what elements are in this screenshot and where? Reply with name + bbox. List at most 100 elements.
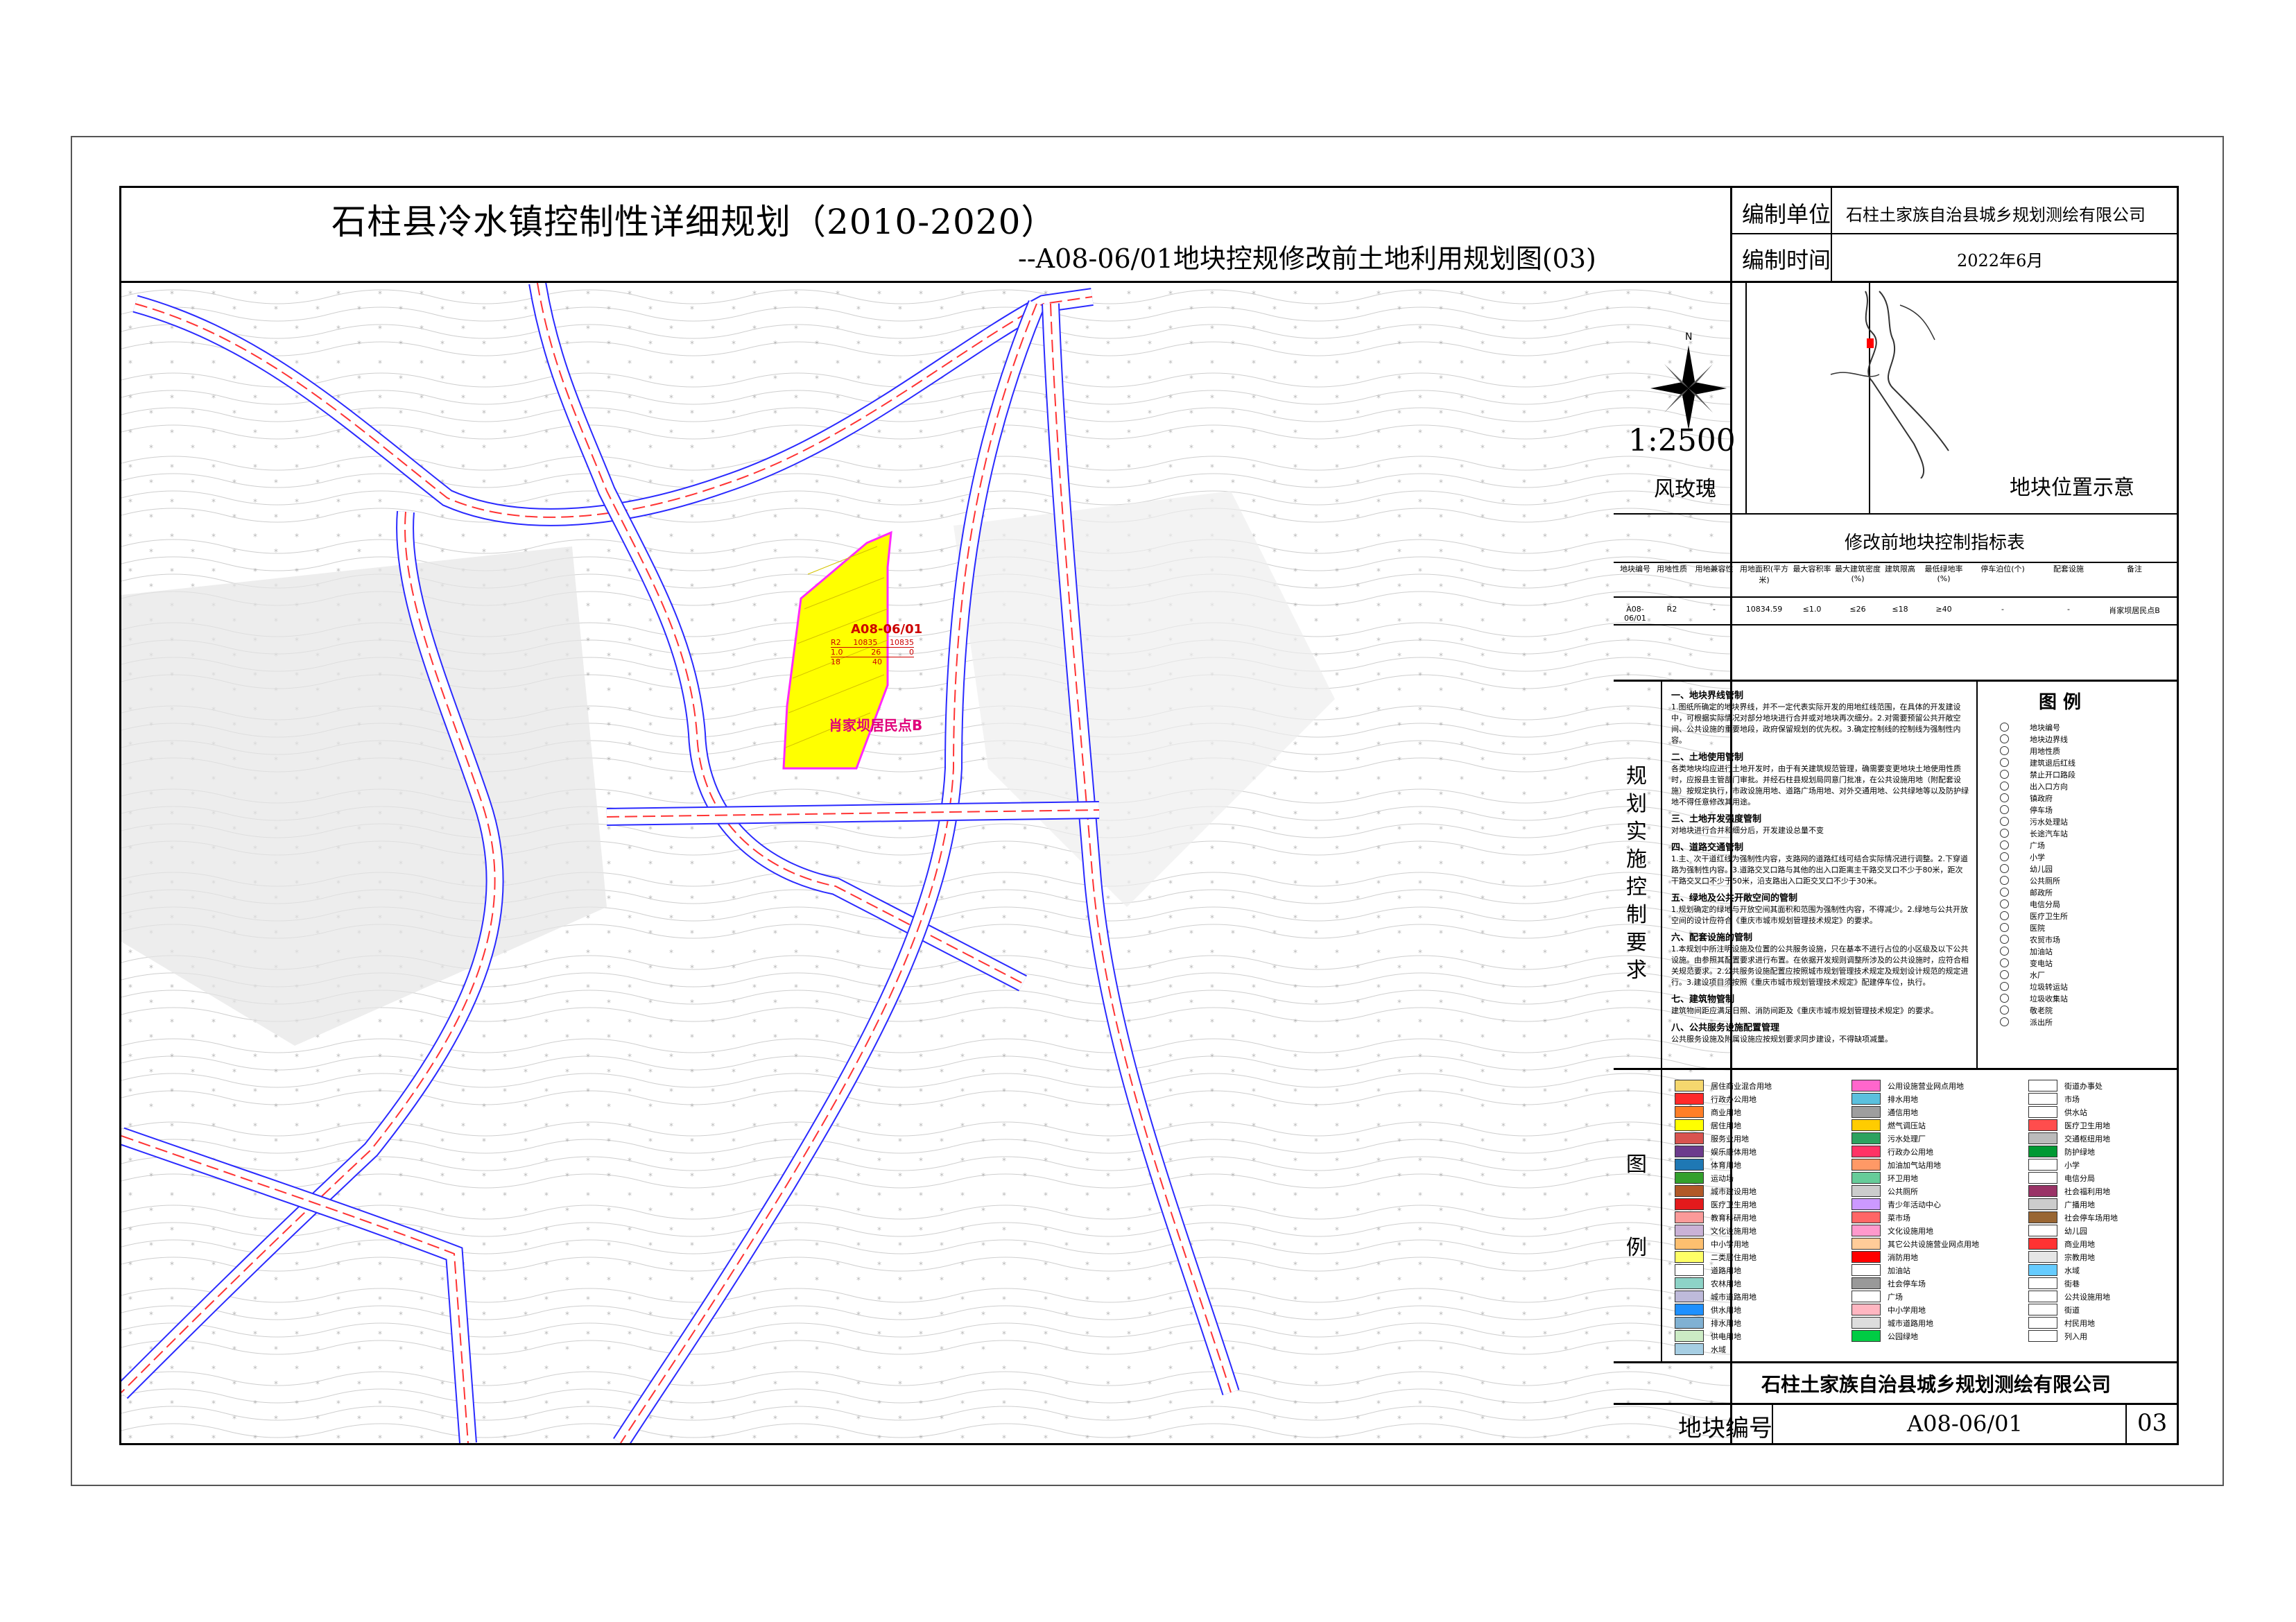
legend-item: 道路用地 — [1675, 1263, 1841, 1277]
requirement-heading: 八、公共服务设施配置管理 — [1671, 1023, 1780, 1033]
parcel-index-row2: 1.0 26 0 — [831, 648, 914, 657]
parcel-row-top-line — [1614, 1403, 2179, 1405]
control-table-header-cell: 最大容积率 — [1793, 564, 1831, 573]
legend-swatch — [2028, 1159, 2057, 1171]
legend-swatch — [1675, 1132, 1704, 1144]
legend-label: 医疗卫生用地 — [2064, 1121, 2110, 1130]
legend-label: 广场 — [1888, 1292, 1903, 1302]
legend-symbol-icon — [2000, 793, 2009, 802]
requirement-heading: 一、地块界线管制 — [1671, 691, 1744, 701]
legend-symbol-icon — [2000, 1006, 2009, 1015]
legend-label: 加油站 — [2030, 947, 2053, 956]
legend-item: 电信分局 — [2028, 1171, 2174, 1184]
legend-label: 社会福利用地 — [2064, 1187, 2110, 1196]
requirement-body: 各类地块均应进行土地开发时，由于有关建筑规范管理，确需要变更地块土地使用性质时，… — [1671, 764, 1969, 806]
legend-symbol-icon — [2000, 982, 2009, 991]
legend-swatch — [2028, 1132, 2057, 1144]
legend-swatch — [2028, 1146, 2057, 1157]
legend-bottom-top-line — [1614, 1068, 2179, 1070]
legend-top-item: 小学 — [1990, 851, 2170, 863]
legend-item: 供水站 — [2028, 1105, 2174, 1119]
control-table-row: A08-06/01 R2 - 10834.59 ≤1.0 ≤26 ≤18 ≥40… — [1616, 605, 2177, 623]
legend-item: 广场 — [1852, 1290, 2018, 1303]
legend-top-list: 地块编号 地块边界线 用地性质 建筑退后红线 禁止开口路段 出入口方向 镇政府 停车场 污水处理… — [1990, 721, 2170, 1028]
legend-swatch — [1675, 1330, 1704, 1342]
legend-swatch — [2028, 1198, 2057, 1210]
legend-top-item: 出入口方向 — [1990, 780, 2170, 792]
legend-top-item: 地块编号 — [1990, 721, 2170, 733]
requirement-section: 二、土地使用管制 各类地块均应进行土地开发时，由于有关建筑规范管理，确需要变更地块… — [1671, 750, 1969, 807]
legend-swatch — [2028, 1185, 2057, 1197]
legend-symbol-icon — [2000, 876, 2009, 885]
parcel-index-cell: 10835 — [853, 638, 878, 647]
legend-label: 居住商业混合用地 — [1711, 1081, 1772, 1091]
legend-label: 青少年活动中心 — [1888, 1200, 1941, 1209]
control-table-top-line — [1614, 513, 2179, 515]
legend-item: 商业用地 — [1675, 1105, 1841, 1119]
legend-label: 居住用地 — [1711, 1121, 1741, 1130]
legend-item: 消防用地 — [1852, 1250, 2018, 1263]
legend-symbol-icon — [2000, 817, 2009, 826]
legend-item: 市场 — [2028, 1092, 2174, 1105]
legend-swatch — [2028, 1225, 2057, 1236]
location-label: 地块位置示意 — [2010, 476, 2134, 500]
legend-label: 小学 — [2030, 852, 2045, 862]
legend-symbol-icon — [2000, 1017, 2009, 1026]
legend-label: 娱乐康体用地 — [1711, 1147, 1756, 1157]
parcel-index-row3: 18 40 — [831, 657, 914, 666]
control-table-title: 修改前地块控制指标表 — [1845, 533, 2026, 553]
parcel-index-cell: 0 — [909, 648, 914, 657]
legend-top-item: 停车场 — [1990, 804, 2170, 816]
parcel-number-value: A08-06/01 — [1907, 1410, 2023, 1437]
legend-swatch — [1852, 1106, 1881, 1118]
legend-swatch — [2028, 1330, 2057, 1342]
control-table-row-line — [1614, 624, 2179, 625]
legend-label: 社会停车场用地 — [2064, 1213, 2118, 1223]
legend-label: 城市建设用地 — [1711, 1187, 1756, 1196]
legend-item: 小学 — [2028, 1158, 2174, 1171]
control-table-header-cell: 用地性质 — [1657, 564, 1687, 573]
legend-label: 行政办公用地 — [1888, 1147, 1933, 1157]
legend-swatch — [2028, 1291, 2057, 1302]
legend-label: 商业用地 — [1711, 1107, 1741, 1117]
legend-top-item: 禁止开口路段 — [1990, 768, 2170, 780]
legend-item: 排水用地 — [1675, 1316, 1841, 1329]
legend-swatch — [1852, 1330, 1881, 1342]
legend-swatch — [1675, 1225, 1704, 1236]
parcel-index-cell: R2 — [831, 638, 841, 647]
legend-item: 社会停车场 — [1852, 1277, 2018, 1290]
legend-swatch — [1675, 1264, 1704, 1276]
legend-label: 广场 — [2030, 840, 2045, 850]
parcel-index-cell: 10835 — [890, 638, 914, 647]
legend-swatch — [2028, 1317, 2057, 1329]
legend-label: 公共设施用地 — [2064, 1292, 2110, 1302]
legend-label: 医院 — [2030, 923, 2045, 933]
legend-swatch — [1852, 1277, 1881, 1289]
legend-item: 居住用地 — [1675, 1119, 1841, 1132]
legend-label: 水厂 — [2030, 970, 2045, 980]
parcel-number-label: 地块编号 — [1678, 1415, 1772, 1442]
legend-symbol-icon — [2000, 758, 2009, 767]
legend-item: 文化设施用地 — [1852, 1224, 2018, 1237]
legend-swatch — [1852, 1291, 1881, 1302]
legend-item: 幼儿园 — [2028, 1224, 2174, 1237]
legend-top-item: 敬老院 — [1990, 1004, 2170, 1016]
legend-swatch — [1675, 1343, 1704, 1355]
north-letter: N — [1685, 331, 1692, 343]
legend-label: 水域 — [2064, 1266, 2080, 1275]
legend-item: 广播用地 — [2028, 1198, 2174, 1211]
legend-symbol-icon — [2000, 770, 2009, 779]
legend-item: 文化设施用地 — [1675, 1224, 1841, 1237]
legend-swatch — [1852, 1304, 1881, 1315]
control-table-header-cell: 最大建筑密度(%) — [1835, 564, 1881, 583]
legend-label: 文化设施用地 — [1711, 1226, 1756, 1236]
requirements-side-divider — [1661, 680, 1662, 1068]
legend-swatch — [1675, 1146, 1704, 1157]
legend-label: 街道办事处 — [2064, 1081, 2103, 1091]
legend-top-item: 电信分局 — [1990, 898, 2170, 910]
legend-swatch — [1852, 1211, 1881, 1223]
legend-swatch — [2028, 1106, 2057, 1118]
legend-label: 电信分局 — [2030, 899, 2060, 909]
requirement-section: 六、配套设施的管制 1.本规划中所注明设施及位置的公共服务设施，只在基本不进行占位… — [1671, 930, 1969, 987]
legend-symbol-icon — [2000, 899, 2009, 908]
